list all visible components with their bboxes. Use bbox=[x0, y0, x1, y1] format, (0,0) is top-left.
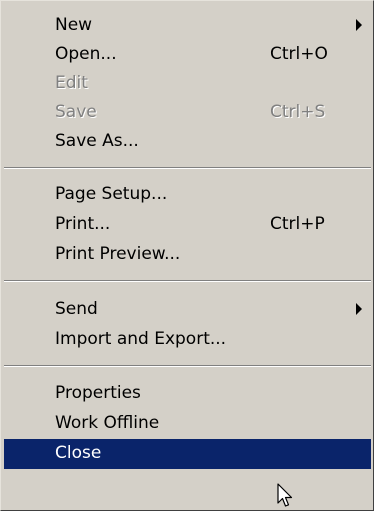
menu-item-close[interactable]: Close bbox=[4, 439, 371, 469]
menu-item-new[interactable]: New bbox=[4, 11, 371, 40]
menu-item-label: Print... bbox=[55, 214, 111, 234]
menu-item-shortcut: Ctrl+P bbox=[270, 214, 325, 234]
submenu-arrow-icon bbox=[356, 303, 362, 315]
menu-item-label: Page Setup... bbox=[55, 184, 168, 204]
menu-item-edit: Edit bbox=[4, 69, 371, 98]
menu-item-label: Close bbox=[55, 443, 102, 463]
menu-item-send[interactable]: Send bbox=[4, 295, 371, 324]
menu-item-label: Print Preview... bbox=[55, 244, 181, 264]
menu-separator bbox=[4, 280, 371, 282]
menu-separator bbox=[4, 167, 371, 169]
menu-item-shortcut: Ctrl+S bbox=[270, 102, 326, 122]
file-menu: New Open... Ctrl+O Edit Save Ctrl+S Save… bbox=[0, 0, 374, 511]
menu-item-open[interactable]: Open... Ctrl+O bbox=[4, 40, 371, 69]
menu-item-import-export[interactable]: Import and Export... bbox=[4, 325, 371, 354]
menu-separator bbox=[4, 365, 371, 367]
menu-item-label: Edit bbox=[55, 73, 88, 93]
menu-item-label: New bbox=[55, 15, 93, 35]
submenu-arrow-icon bbox=[356, 19, 362, 31]
menu-item-label: Save As... bbox=[55, 131, 139, 151]
menu-item-label: Import and Export... bbox=[55, 329, 227, 349]
menu-item-label: Open... bbox=[55, 44, 117, 64]
menu-item-print-preview[interactable]: Print Preview... bbox=[4, 240, 371, 269]
menu-item-page-setup[interactable]: Page Setup... bbox=[4, 180, 371, 209]
menu-item-save-as[interactable]: Save As... bbox=[4, 127, 371, 156]
menu-item-label: Send bbox=[55, 299, 98, 319]
menu-item-properties[interactable]: Properties bbox=[4, 379, 371, 408]
menu-item-work-offline[interactable]: Work Offline bbox=[4, 409, 371, 438]
menu-item-label: Work Offline bbox=[55, 413, 160, 433]
menu-item-shortcut: Ctrl+O bbox=[270, 44, 328, 64]
menu-item-save: Save Ctrl+S bbox=[4, 98, 371, 127]
mouse-pointer-icon bbox=[277, 483, 293, 507]
menu-item-label: Properties bbox=[55, 383, 141, 403]
menu-item-print[interactable]: Print... Ctrl+P bbox=[4, 210, 371, 239]
menu-item-label: Save bbox=[55, 102, 97, 122]
